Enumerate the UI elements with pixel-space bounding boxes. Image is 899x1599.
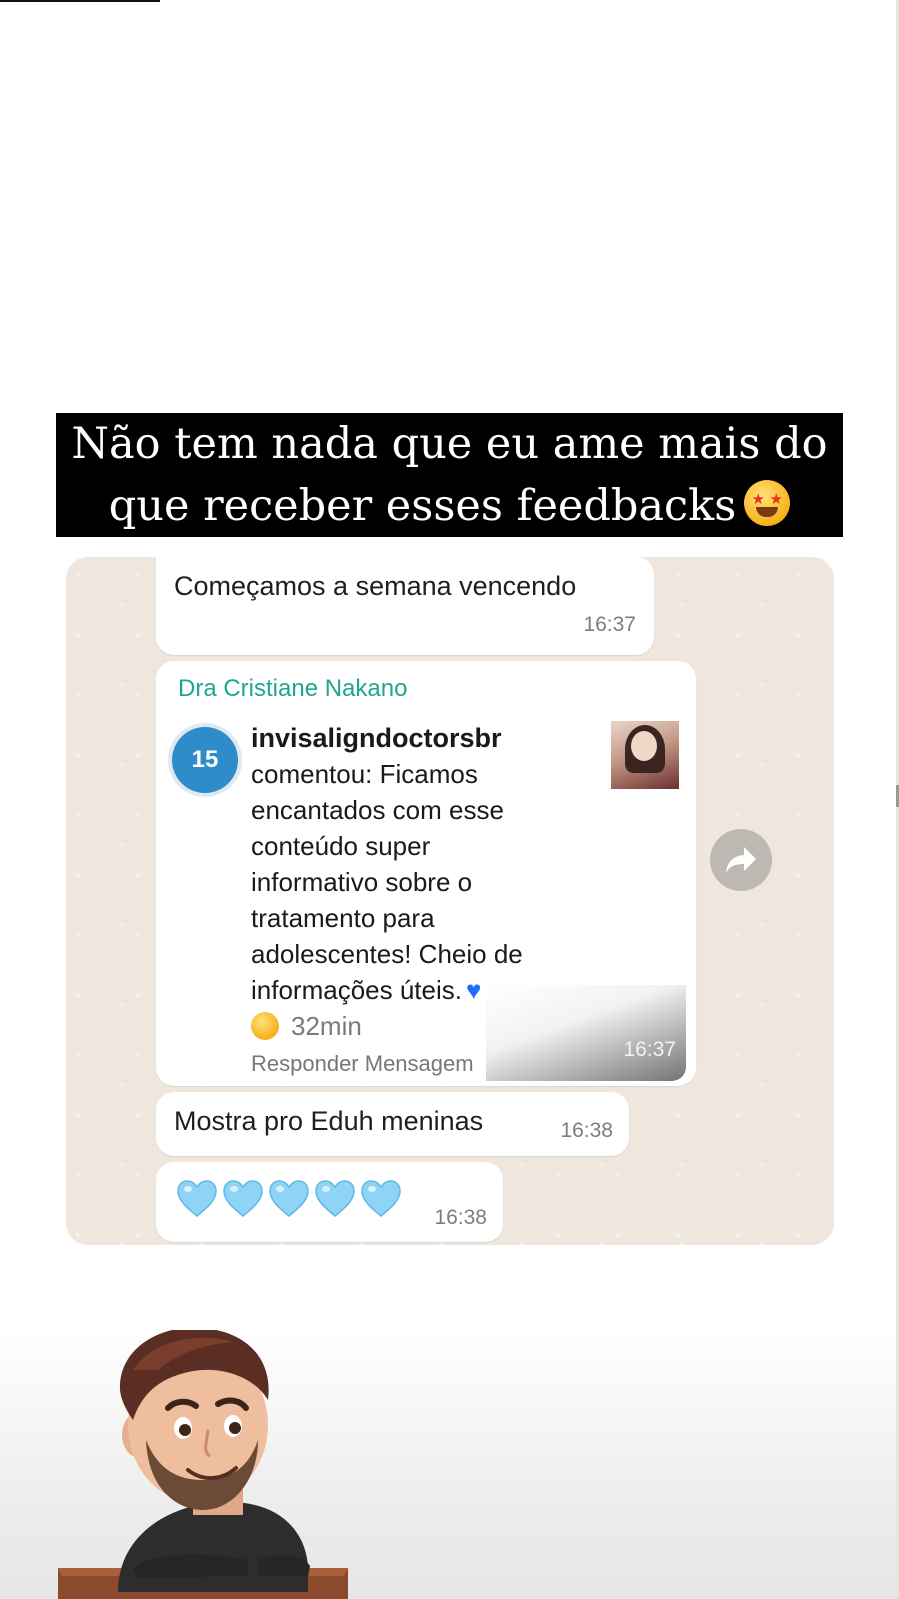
comment-username: invisaligndoctorsbr: [251, 723, 502, 753]
comment-line-wrap: informações úteis. ♥: [251, 975, 481, 1006]
image-shadow: [486, 985, 686, 1081]
star-struck-emoji-icon: [251, 1012, 279, 1040]
light-blue-heart-icon: [223, 1180, 263, 1217]
comment-line: tratamento para: [251, 903, 435, 933]
message-time: 16:38: [560, 1119, 613, 1142]
heart-emoji-row: [176, 1178, 402, 1218]
message-time: 16:38: [434, 1206, 487, 1229]
caption-line-2: que receber esses feedbacks: [108, 481, 737, 531]
message-bubble-hearts: 16:38: [156, 1162, 503, 1242]
comment-actions: Responder Mensagem: [251, 1051, 474, 1076]
forward-button[interactable]: [710, 829, 772, 891]
avatar-sticker: [58, 1327, 358, 1599]
comment-line: comentou: Ficamos: [251, 759, 478, 789]
light-blue-heart-icon: [361, 1180, 401, 1217]
comment-line: encantados com esse: [251, 795, 504, 825]
post-thumbnail: [611, 721, 679, 789]
share-arrow-icon: [726, 847, 756, 873]
message-bubble: Começamos a semana vencendo 16:37: [156, 557, 654, 655]
blue-heart-icon: ♥: [465, 975, 482, 1005]
star-struck-emoji-icon: ★ ★: [744, 480, 791, 526]
message-time: 16:37: [583, 613, 636, 636]
comment-age-wrap: 32min: [251, 1011, 362, 1042]
light-blue-heart-icon: [177, 1180, 217, 1217]
caption-line-1: Não tem nada que eu ame mais do: [71, 419, 828, 469]
top-progress-line: [0, 0, 160, 2]
account-avatar: 15: [168, 723, 242, 797]
message-text: Começamos a semana vencendo: [174, 571, 577, 601]
comment-line: informações úteis.: [251, 975, 462, 1005]
avatar-badge: 15: [172, 727, 238, 793]
chat-screenshot: Começamos a semana vencendo 16:37 Dra Cr…: [66, 557, 834, 1245]
story-caption: Não tem nada que eu ame mais do que rece…: [56, 413, 843, 537]
message-bubble-shared-post: Dra Cristiane Nakano 15 invisaligndoctor…: [156, 661, 696, 1086]
memoji-avatar-icon: [58, 1327, 348, 1599]
message-text: Mostra pro Eduh meninas: [174, 1106, 484, 1136]
comment-age: 32min: [291, 1011, 362, 1041]
message-time: 16:37: [623, 1038, 676, 1061]
caption-line-2-wrap: que receber esses feedbacks ★ ★: [56, 475, 843, 537]
light-blue-heart-icon: [269, 1180, 309, 1217]
attached-screenshot[interactable]: 15 invisaligndoctorsbr comentou: Ficamos…: [156, 711, 696, 1081]
light-blue-heart-icon: [315, 1180, 355, 1217]
comment-line: informativo sobre o: [251, 867, 473, 897]
comment-line: adolescentes! Cheio de: [251, 939, 523, 969]
comment-line: conteúdo super: [251, 831, 431, 861]
sender-name: Dra Cristiane Nakano: [178, 675, 408, 702]
message-bubble: Mostra pro Eduh meninas 16:38: [156, 1092, 629, 1156]
